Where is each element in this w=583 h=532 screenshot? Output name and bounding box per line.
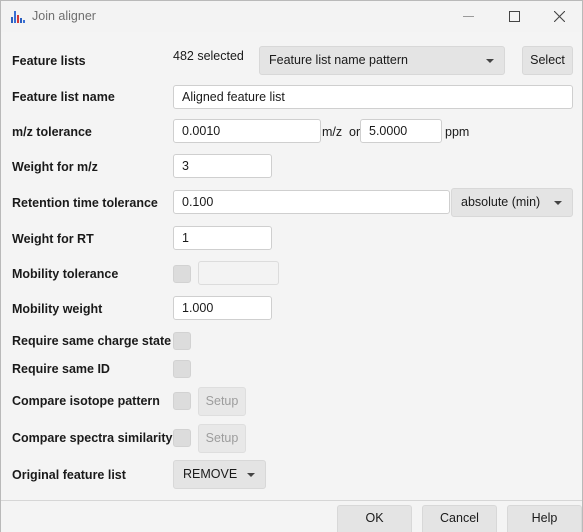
- feature-list-name-input[interactable]: Aligned feature list: [173, 85, 573, 109]
- help-button[interactable]: Help: [507, 505, 582, 532]
- rt-tolerance-mode-value: absolute (min): [461, 195, 541, 209]
- close-icon: [553, 11, 565, 22]
- weight-mz-input[interactable]: 3: [173, 154, 272, 178]
- same-id-checkbox[interactable]: [173, 360, 191, 378]
- maximize-icon: [508, 11, 520, 22]
- dialog-footer: OK Cancel Help: [1, 500, 582, 532]
- rt-tolerance-input[interactable]: 0.100: [173, 190, 450, 214]
- mobility-tolerance-input[interactable]: [198, 261, 279, 285]
- mobility-weight-input[interactable]: 1.000: [173, 296, 272, 320]
- chevron-down-icon: [247, 473, 255, 477]
- app-spectrum-icon: [11, 11, 25, 23]
- maximize-button[interactable]: [491, 1, 537, 32]
- chevron-down-icon: [554, 201, 562, 205]
- mz-tolerance-label: m/z tolerance: [12, 125, 92, 139]
- window-title: Join aligner: [32, 9, 96, 23]
- mobility-weight-label: Mobility weight: [12, 302, 103, 316]
- ppm-unit-label: ppm: [445, 125, 470, 139]
- join-aligner-dialog: Join aligner Feature lists 482 selected …: [0, 0, 583, 532]
- cancel-button[interactable]: Cancel: [422, 505, 497, 532]
- rt-tolerance-label: Retention time tolerance: [12, 196, 158, 210]
- original-list-label: Original feature list: [12, 468, 126, 482]
- minimize-icon: [462, 16, 474, 17]
- mobility-tolerance-label: Mobility tolerance: [12, 267, 119, 281]
- feature-lists-label: Feature lists: [12, 54, 86, 68]
- isotope-setup-button[interactable]: Setup: [198, 387, 246, 416]
- ppm-tolerance-input[interactable]: 5.0000: [360, 119, 442, 143]
- original-list-select[interactable]: REMOVE: [173, 460, 266, 489]
- ok-button[interactable]: OK: [337, 505, 412, 532]
- same-id-label: Require same ID: [12, 362, 110, 376]
- minimize-button[interactable]: [445, 1, 491, 32]
- isotope-pattern-checkbox[interactable]: [173, 392, 191, 410]
- weight-rt-label: Weight for RT: [12, 232, 94, 246]
- original-list-value: REMOVE: [183, 467, 238, 481]
- mz-tolerance-input[interactable]: 0.0010: [173, 119, 321, 143]
- spectra-setup-button[interactable]: Setup: [198, 424, 246, 453]
- mz-unit-label: m/z: [322, 125, 343, 139]
- weight-mz-label: Weight for m/z: [12, 160, 98, 174]
- feature-lists-count: 482 selected: [173, 49, 244, 63]
- feature-list-name-label: Feature list name: [12, 90, 115, 104]
- rt-tolerance-mode-select[interactable]: absolute (min): [451, 188, 573, 217]
- mz-or-label: or: [349, 125, 361, 139]
- chevron-down-icon: [486, 59, 494, 63]
- same-charge-checkbox[interactable]: [173, 332, 191, 350]
- spectra-similarity-label: Compare spectra similarity: [12, 431, 173, 445]
- select-button[interactable]: Select: [522, 46, 573, 75]
- same-charge-label: Require same charge state: [12, 334, 172, 348]
- title-bar[interactable]: Join aligner: [1, 1, 582, 32]
- close-button[interactable]: [536, 1, 582, 32]
- spectra-similarity-checkbox[interactable]: [173, 429, 191, 447]
- feature-lists-selector[interactable]: Feature list name pattern: [259, 46, 505, 75]
- feature-lists-selector-value: Feature list name pattern: [269, 53, 408, 67]
- weight-rt-input[interactable]: 1: [173, 226, 272, 250]
- isotope-pattern-label: Compare isotope pattern: [12, 394, 160, 408]
- mobility-tolerance-checkbox[interactable]: [173, 265, 191, 283]
